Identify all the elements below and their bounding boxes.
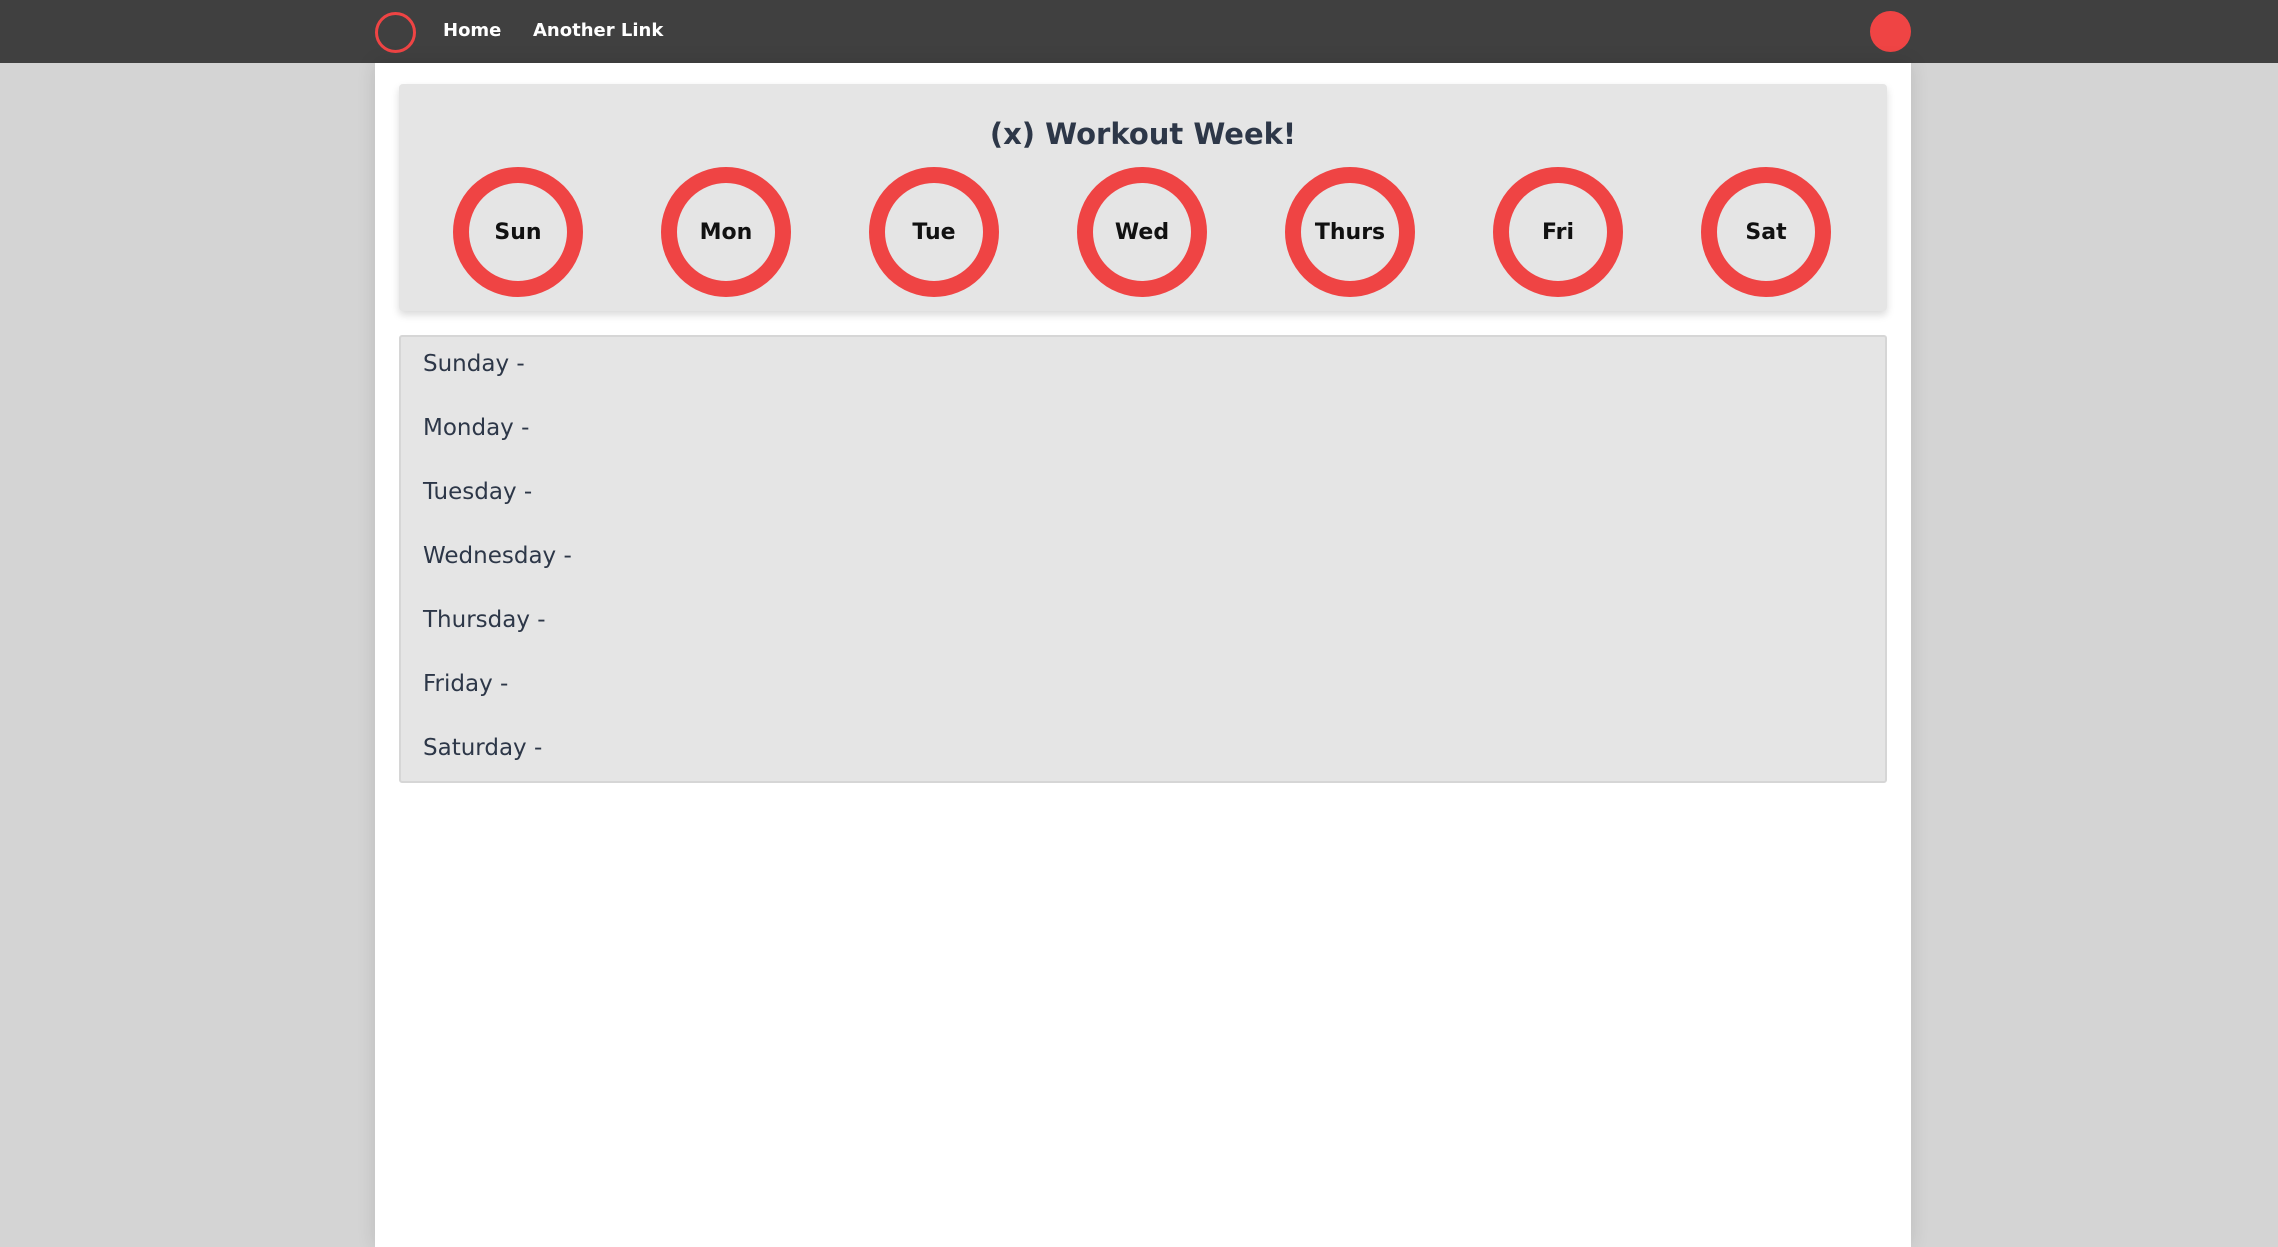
main-page: (x) Workout Week! Sun Mon Tue Wed Thurs …	[375, 63, 1911, 1247]
day-label: Sat	[1745, 219, 1787, 245]
schedule-row-sunday: Sunday -	[423, 351, 525, 377]
page-title: (x) Workout Week!	[989, 117, 1297, 151]
workout-week-card: (x) Workout Week! Sun Mon Tue Wed Thurs …	[399, 84, 1887, 311]
day-label: Mon	[699, 219, 753, 245]
navbar-content: Home Another Link	[375, 0, 1911, 63]
circle-logo-icon[interactable]	[375, 12, 416, 53]
day-label: Wed	[1114, 219, 1170, 245]
weekly-schedule-list: Sunday - Monday - Tuesday - Wednesday - …	[399, 335, 1887, 783]
day-label: Tue	[912, 219, 956, 245]
day-button-mon[interactable]: Mon	[661, 167, 791, 297]
day-button-thurs[interactable]: Thurs	[1285, 167, 1415, 297]
user-avatar-icon[interactable]	[1870, 11, 1911, 52]
top-navbar: Home Another Link	[0, 0, 2278, 63]
schedule-row-thursday: Thursday -	[423, 607, 546, 633]
schedule-row-wednesday: Wednesday -	[423, 543, 572, 569]
day-button-wed[interactable]: Wed	[1077, 167, 1207, 297]
day-button-fri[interactable]: Fri	[1493, 167, 1623, 297]
day-button-sat[interactable]: Sat	[1701, 167, 1831, 297]
day-button-tue[interactable]: Tue	[869, 167, 999, 297]
schedule-row-friday: Friday -	[423, 671, 509, 697]
day-label: Sun	[494, 219, 542, 245]
nav-link-another[interactable]: Another Link	[533, 20, 663, 42]
schedule-row-saturday: Saturday -	[423, 735, 543, 761]
day-label: Thurs	[1314, 219, 1386, 245]
nav-link-home[interactable]: Home	[443, 20, 501, 42]
schedule-row-monday: Monday -	[423, 415, 530, 441]
day-button-sun[interactable]: Sun	[453, 167, 583, 297]
day-label: Fri	[1541, 219, 1574, 245]
schedule-row-tuesday: Tuesday -	[423, 479, 533, 505]
